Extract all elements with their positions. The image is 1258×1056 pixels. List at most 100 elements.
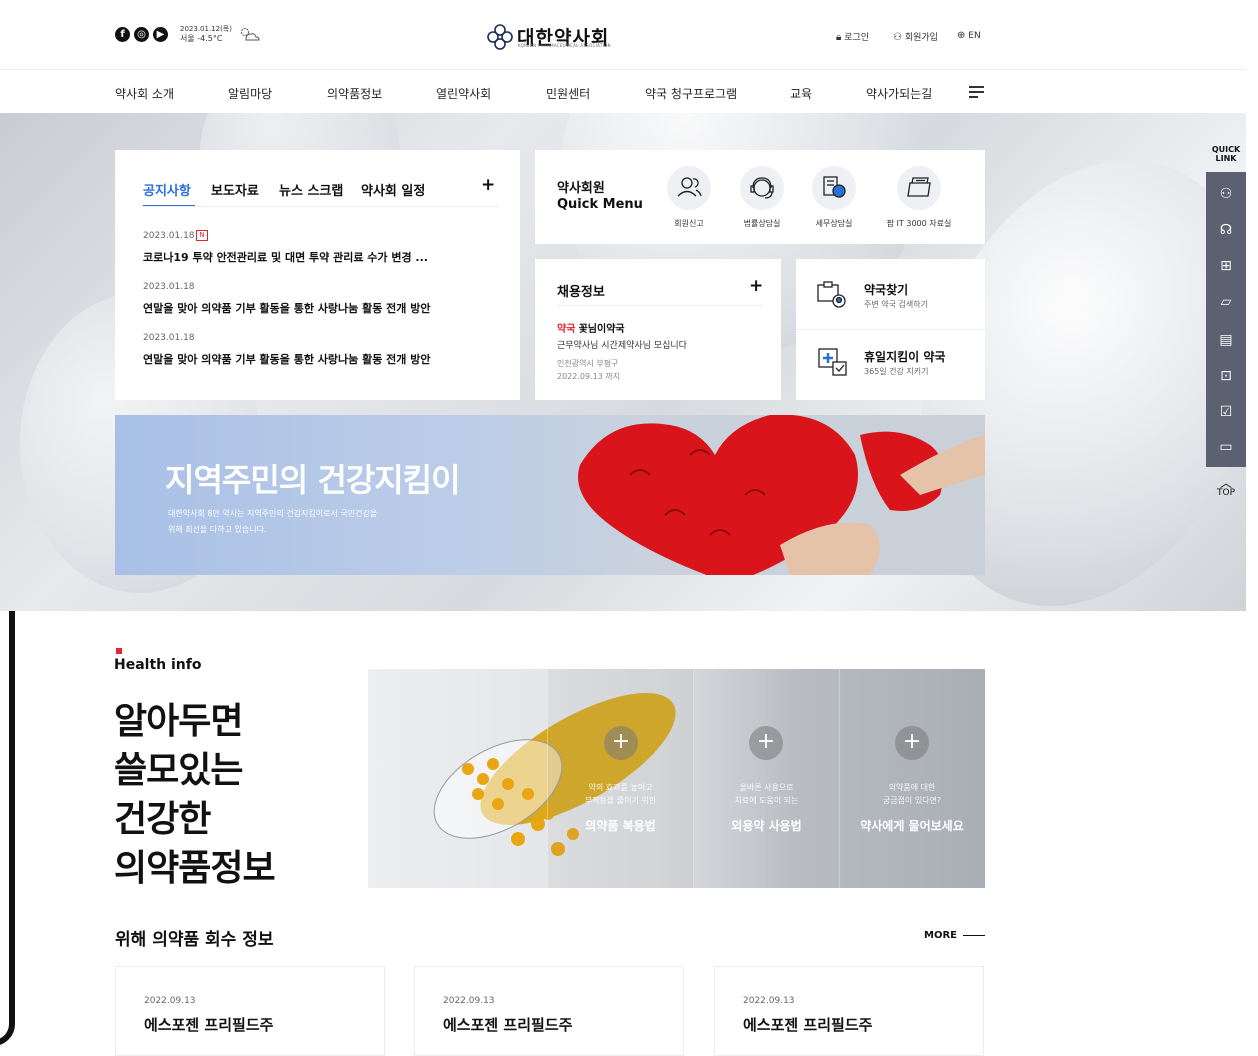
top-button[interactable]: ︿ TOP [1206, 477, 1246, 498]
temperature-text: 서울 -4.5°C [180, 34, 223, 43]
top-label: TOP [1216, 488, 1235, 498]
health-col-dosage[interactable] [547, 669, 694, 888]
news-date: 2023.01.18 [143, 282, 195, 292]
news-title[interactable]: 연말을 맞아 의약품 기부 활동을 통한 사랑나눔 활동 전개 방안 [143, 300, 430, 316]
weather-date: 2023.01.12(목) 서울 -4.5°C [180, 25, 232, 43]
banner-title: 지역주민의 건강지킴이 [165, 461, 461, 499]
quick-menu-label[interactable]: 법률상담실 [732, 218, 792, 229]
facebook-icon[interactable]: f [115, 27, 130, 42]
monitor-icon[interactable]: ▭ [1216, 437, 1236, 457]
nav-item-education[interactable]: 교육 [790, 85, 812, 102]
holiday-pharmacy-link[interactable]: 휴일지킴이 약국 [864, 348, 945, 365]
members-icon[interactable]: ⚇ [1216, 184, 1236, 204]
logo-icon[interactable] [486, 22, 514, 52]
calendar-icon[interactable]: ☑ [1216, 402, 1236, 422]
quick-menu-title-2: Quick Menu [557, 197, 643, 212]
health-col-desc: 약의 효과를 높이고 부작용을 줄이기 위한 [547, 781, 694, 807]
nav-item-open[interactable]: 열린약사회 [436, 85, 491, 102]
health-col-title[interactable]: 약사에게 물어보세요 [839, 817, 985, 834]
divider [557, 305, 763, 306]
globe-icon: ⊕ [957, 30, 966, 41]
find-pharmacy-link[interactable]: 약국찾기 [864, 281, 908, 298]
divider [796, 329, 985, 330]
tab-schedule[interactable]: 약사회 일정 [361, 180, 425, 199]
recall-item-title[interactable]: 에스포젠 프리필드주 [144, 1014, 273, 1035]
members-icon[interactable] [667, 166, 711, 210]
main-nav [0, 70, 1246, 114]
news-date: 2023.01.18 [143, 231, 195, 241]
folder-icon[interactable] [897, 166, 941, 210]
tax-icon[interactable]: ⊞ [1216, 256, 1236, 276]
health-col-title[interactable]: 의약품 복용법 [547, 817, 694, 834]
job-location: 인천광역시 부평구 [557, 359, 619, 368]
news-title[interactable]: 코로나19 투약 안전관리료 및 대면 투약 관리료 수가 변경 ... [143, 249, 428, 265]
login-link[interactable]: 🔒︎ 로그인 [836, 30, 869, 43]
health-col-external[interactable] [693, 669, 840, 888]
nav-item-notice[interactable]: 알림마당 [228, 85, 272, 102]
recall-item-title[interactable]: 에스포젠 프리필드주 [443, 1014, 572, 1035]
recall-item-title[interactable]: 에스포젠 프리필드주 [743, 1014, 872, 1035]
red-dot [116, 648, 122, 654]
health-banner[interactable]: 지역주민의 건강지킴이 대한약사회 8만 약사는 지역주민의 건강지킴이로서 국… [115, 415, 985, 575]
health-col-desc-line: 궁금점이 있다면? [882, 796, 942, 805]
nav-item-billing[interactable]: 약국 청구프로그램 [645, 85, 737, 102]
health-eyebrow: Health info [114, 657, 202, 673]
quick-menu-label[interactable]: 회원신고 [659, 218, 719, 229]
nav-item-drug-info[interactable]: 의약품정보 [327, 85, 382, 102]
divider [143, 206, 498, 207]
pharmacy-search-icon [817, 281, 846, 308]
quick-menu-label[interactable]: 세무상담실 [804, 218, 864, 229]
folder-icon[interactable]: ▱ [1216, 292, 1236, 312]
tab-press[interactable]: 보도자료 [211, 180, 259, 199]
youtube-icon[interactable]: ▶ [153, 27, 168, 42]
nav-item-civil[interactable]: 민원센터 [546, 85, 590, 102]
tab-notice[interactable]: 공지사항 [143, 180, 191, 199]
plus-icon[interactable]: + [895, 726, 929, 760]
signup-link[interactable]: ⚇ 회원가입 [893, 30, 938, 43]
health-col-desc: 의약품에 대한 궁금점이 있다면? [839, 781, 985, 807]
banner-desc-line: 위해 최선을 다하고 있습니다. [168, 525, 267, 534]
instagram-icon[interactable]: ◎ [134, 27, 149, 42]
banner-desc-line: 대한약사회 8만 약사는 지역주민의 건강지킴이로서 국민건강을 [168, 509, 378, 518]
news-title[interactable]: 연말을 맞아 의약품 기부 활동을 통한 사랑나눔 활동 전개 방안 [143, 351, 430, 367]
quick-menu-title-1: 약사회원 [557, 181, 605, 196]
job-desc: 근무약사님 시간제약사님 모십니다 [557, 341, 687, 351]
recall-more-label: MORE [924, 930, 957, 941]
health-headline-line: 의약품정보 [114, 848, 276, 889]
job-deadline: 2022.09.13 까지 [557, 372, 621, 381]
quick-menu-label[interactable]: 팜 IT 3000 자료실 [874, 218, 964, 229]
health-headline-line: 건강한 [114, 799, 211, 840]
job-tag: 약국 [557, 324, 576, 335]
arrow-right-icon [963, 934, 986, 936]
plus-icon[interactable]: + [749, 726, 783, 760]
menu-icon[interactable] [969, 86, 984, 98]
health-col-desc-line: 부작용을 줄이기 위한 [584, 796, 657, 805]
nav-item-career[interactable]: 약사가되는길 [866, 85, 932, 102]
news-date: 2023.01.18 [143, 333, 195, 343]
consult-icon[interactable]: ☊ [1216, 220, 1236, 240]
nav-item-about[interactable]: 약사회 소개 [115, 85, 174, 102]
holiday-pharmacy-icon [818, 348, 847, 376]
quick-link-label: QUICK LINK [1206, 145, 1246, 163]
tax-icon[interactable] [812, 166, 856, 210]
pharmacy-icon[interactable]: ⊡ [1216, 366, 1236, 386]
recall-more-link[interactable]: MORE [924, 930, 986, 941]
health-headline-line: 알아두면 [114, 701, 243, 742]
job-name: 꽃님이약국 [578, 324, 625, 335]
notice-more-button[interactable]: + [481, 175, 495, 195]
language-label: EN [968, 31, 981, 41]
tab-news[interactable]: 뉴스 스크랩 [279, 180, 343, 199]
consult-icon[interactable] [740, 166, 784, 210]
jobs-more-button[interactable]: + [749, 276, 763, 296]
job-item[interactable]: 약국 꽃님이약국 [557, 320, 625, 335]
language-link[interactable]: ⊕ EN [957, 30, 981, 41]
health-col-ask[interactable] [839, 669, 985, 888]
health-col-title[interactable]: 외용약 사용법 [693, 817, 840, 834]
document-icon[interactable]: ▤ [1216, 330, 1236, 350]
quick-link-label-2: LINK [1215, 154, 1237, 163]
quick-menu-title: 약사회원 Quick Menu [557, 181, 643, 213]
logo-subtitle: KOREAN PHARMACEUTICAL ASSOCIATION [518, 43, 611, 48]
banner-desc: 대한약사회 8만 약사는 지역주민의 건강지킴이로서 국민건강을 위해 최선을 … [168, 506, 377, 538]
plus-icon[interactable]: + [604, 726, 638, 760]
health-col-desc-line: 의약품에 대한 [888, 783, 936, 792]
